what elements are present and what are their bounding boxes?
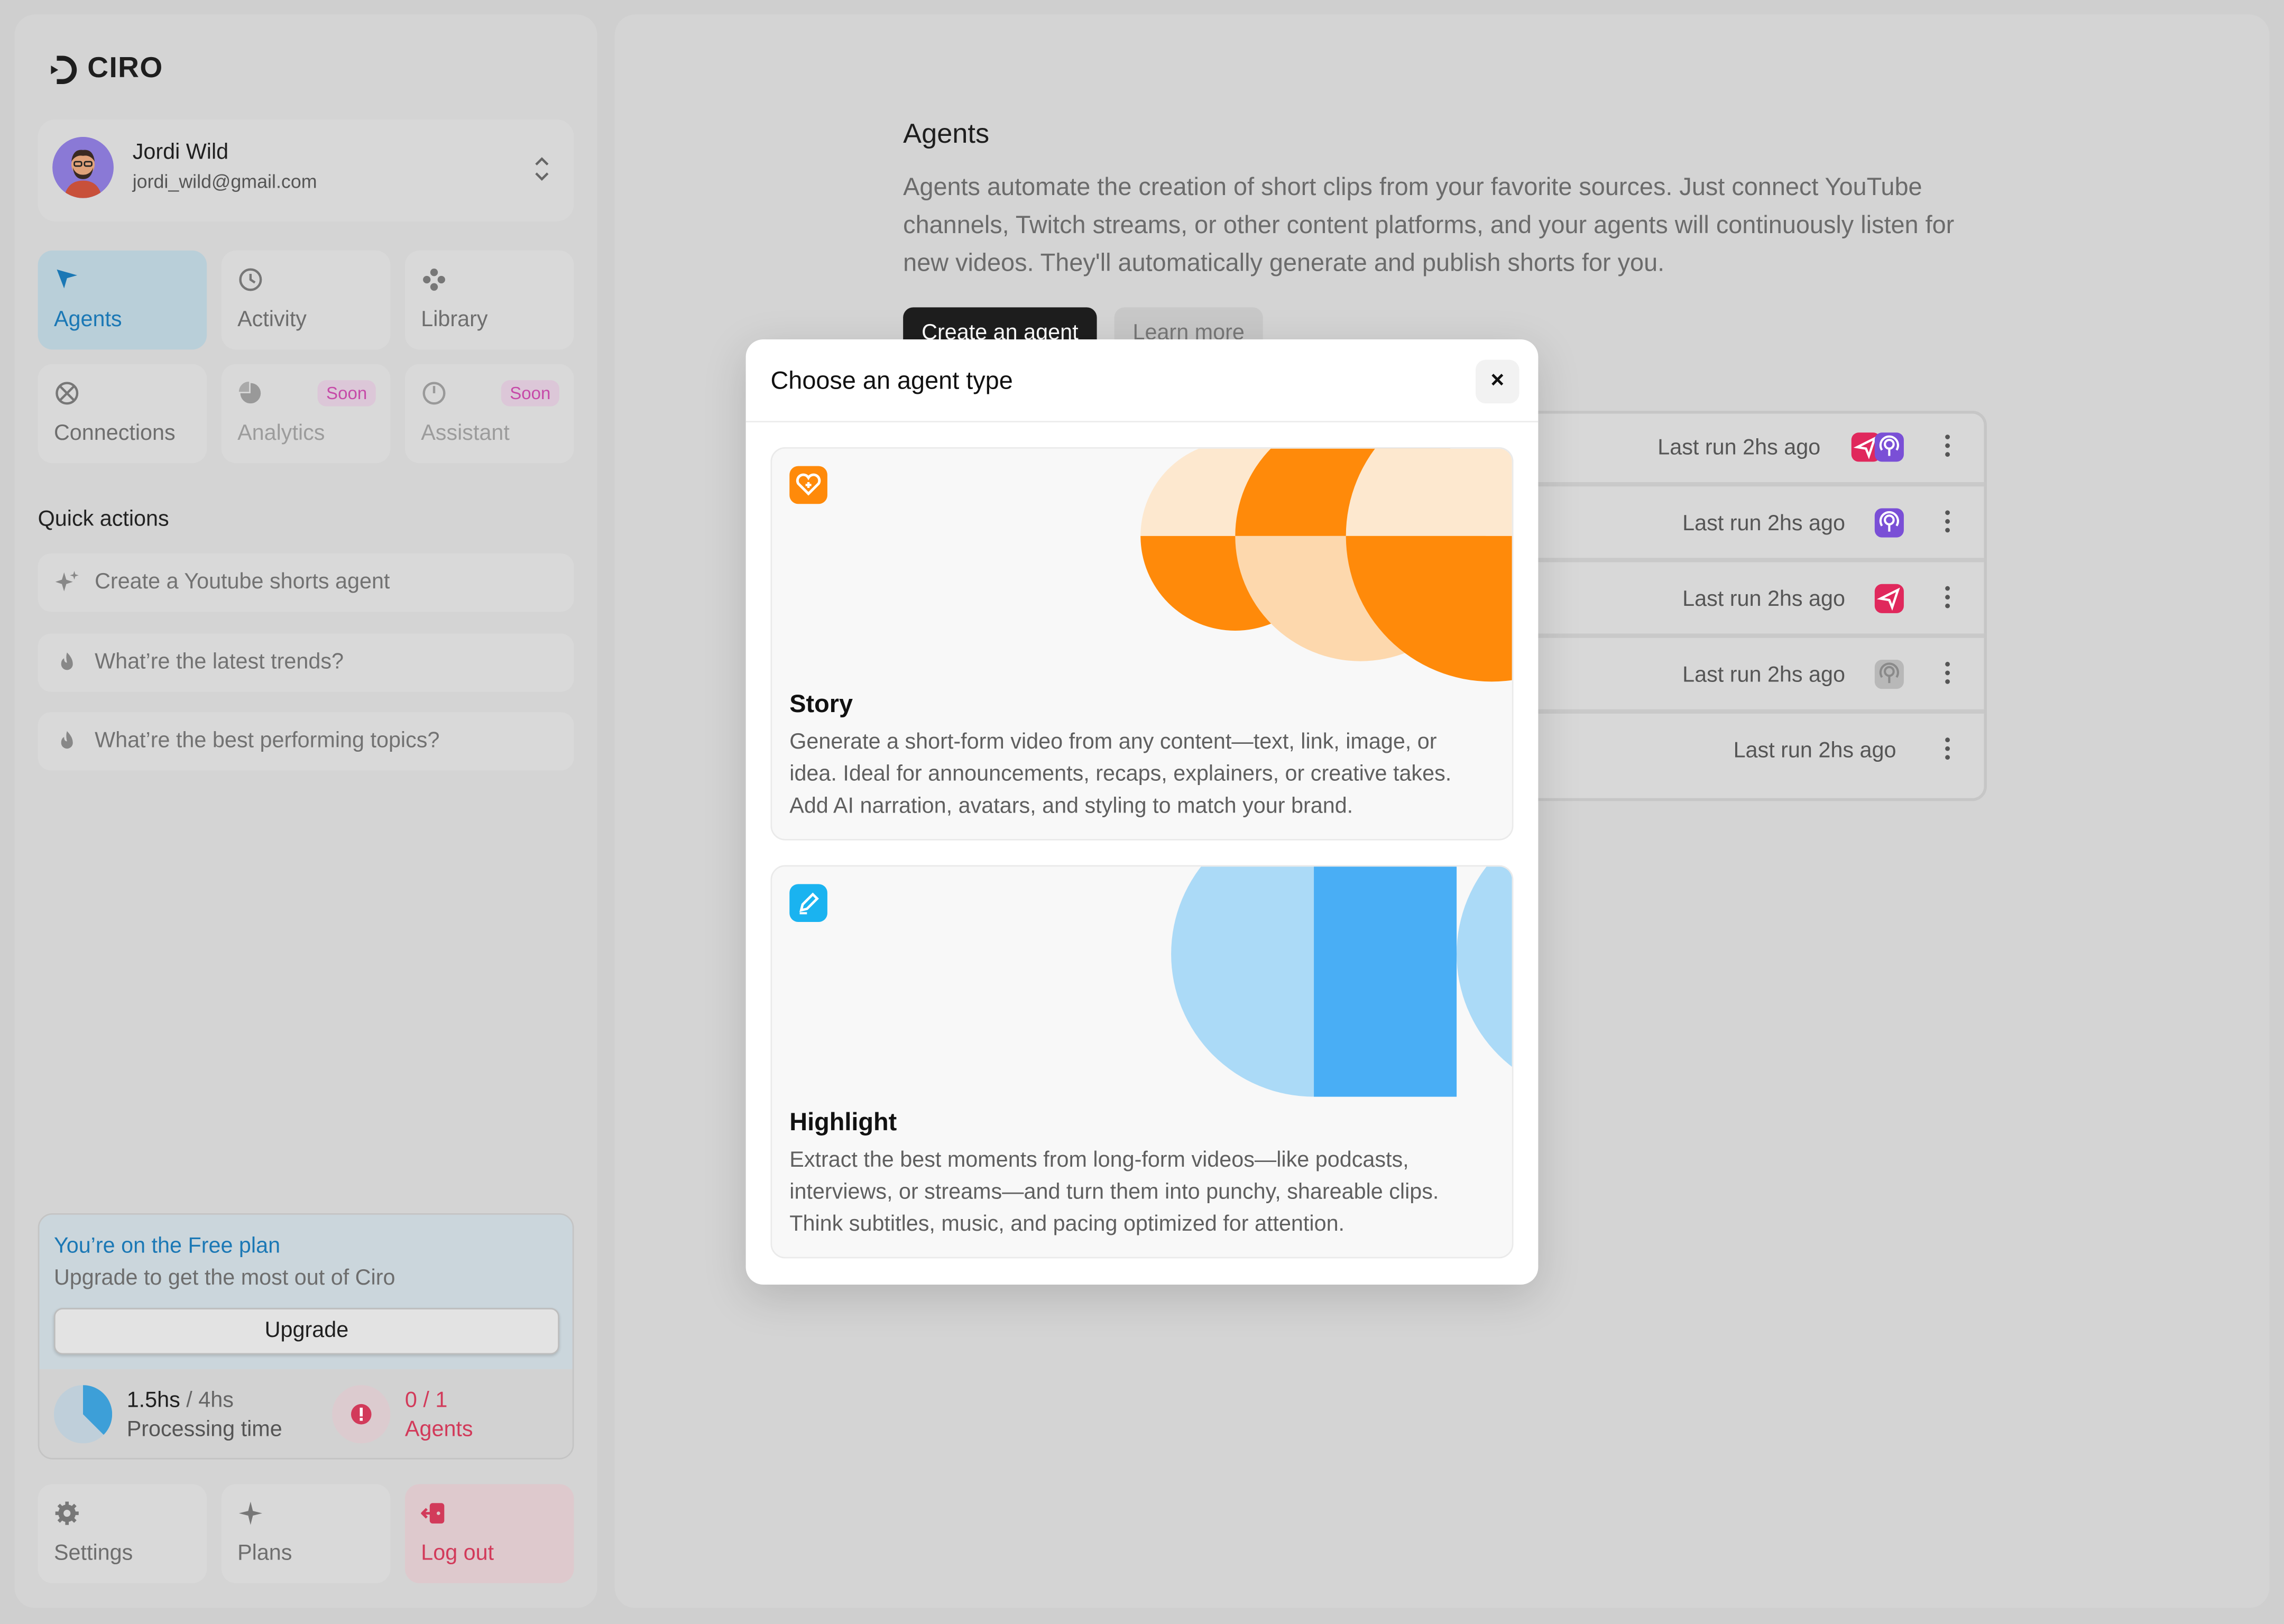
agent-type-dialog: Choose an agent type × Story Generate a …	[745, 339, 1539, 1285]
story-icon	[789, 466, 827, 504]
card-title: Story	[789, 690, 853, 718]
highlight-icon	[789, 884, 827, 922]
card-title: Highlight	[789, 1108, 897, 1136]
close-button[interactable]: ×	[1475, 359, 1519, 404]
dialog-title: Choose an agent type	[770, 367, 1013, 395]
agent-type-highlight[interactable]: Highlight Extract the best moments from …	[770, 865, 1514, 1259]
card-description: Extract the best moments from long-form …	[789, 1148, 1439, 1237]
agent-type-story[interactable]: Story Generate a short-form video from a…	[770, 447, 1514, 841]
dialog-header: Choose an agent type ×	[745, 339, 1539, 422]
card-description: Generate a short-form video from any con…	[789, 730, 1452, 819]
modal-overlay[interactable]: Choose an agent type × Story Generate a …	[0, 0, 2284, 1624]
